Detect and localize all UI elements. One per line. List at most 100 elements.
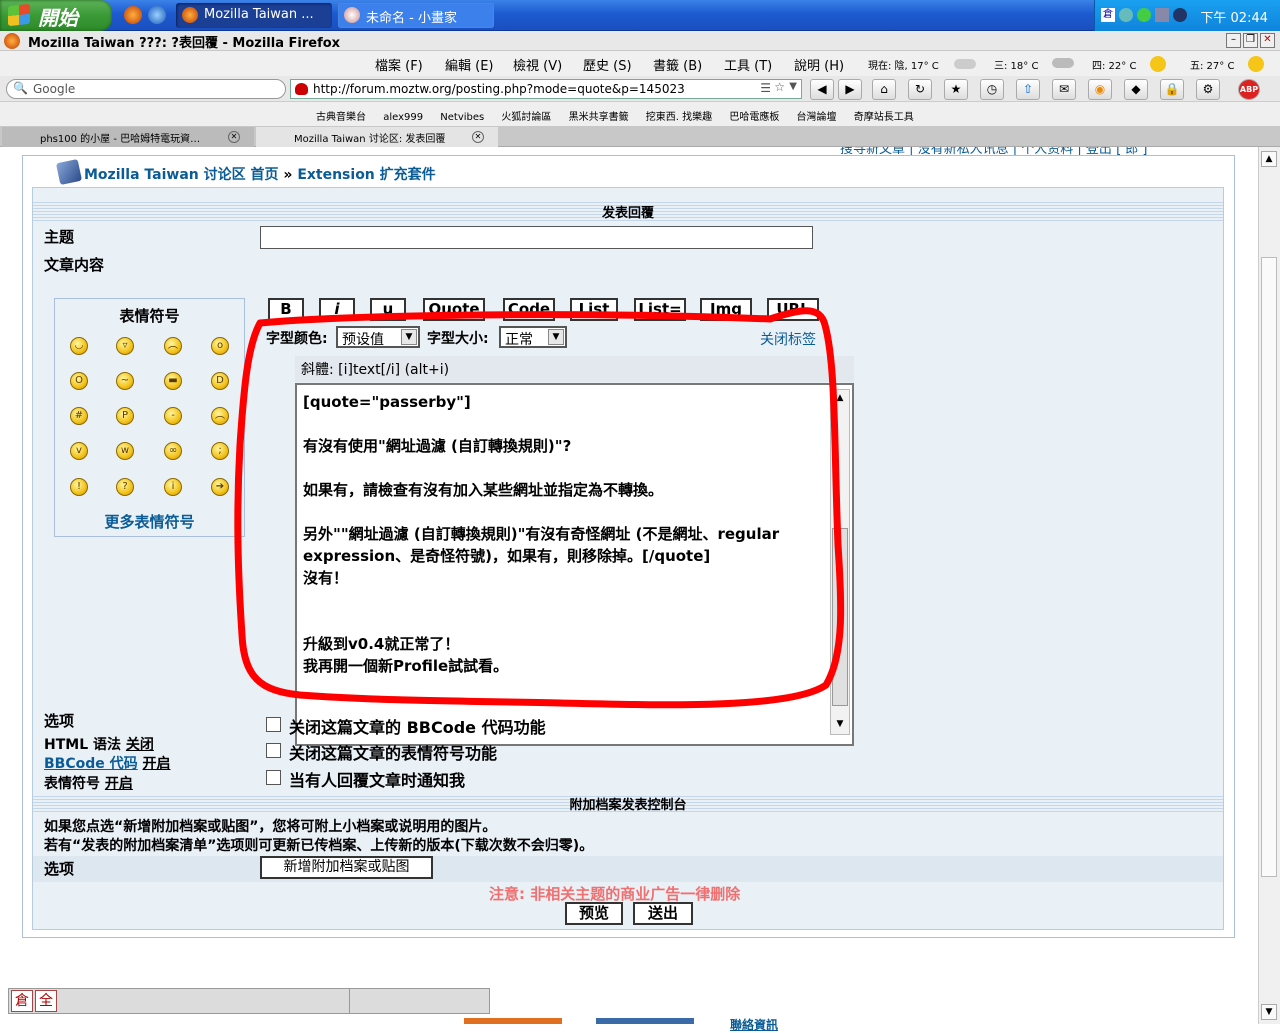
info-tray-icon[interactable] [1173,8,1187,22]
ime-width-icon[interactable]: 全 [35,990,57,1012]
firefox-window-icon[interactable] [4,33,20,49]
page-scrollbar[interactable]: ▲ ▼ [1258,147,1280,1024]
bbcode-status-link[interactable]: 开启 [143,756,171,772]
breadcrumb-home-link[interactable]: Mozilla Taiwan 讨论区 首页 [84,167,279,183]
menu-bookmarks[interactable]: 書籤 (B) [653,55,702,74]
bbcode-underline-button[interactable]: u [370,298,406,321]
bookmark-item[interactable]: 古典音樂台 [316,112,366,123]
weather-fri[interactable]: 五: 27° C [1190,57,1234,72]
font-color-select[interactable]: 预设值 ▼ [336,326,420,348]
menu-help[interactable]: 說明 (H) [794,55,844,74]
url-dropdown-icon[interactable]: ▼ [789,81,797,92]
home-button[interactable]: ⌂ [872,79,896,100]
close-tab-icon[interactable]: ✕ [472,131,484,143]
bookmark-item[interactable]: 黑米共享書籤 [569,112,629,123]
reload-button[interactable]: ↻ [908,79,932,100]
submit-button[interactable]: 送出 [633,902,693,925]
weather-wed[interactable]: 三: 18° C [994,57,1038,72]
globe-tray-icon[interactable] [1137,8,1151,22]
subject-input[interactable] [260,226,813,249]
ie-quicklaunch-icon[interactable] [148,6,166,24]
star-icon[interactable]: ☆ [774,80,785,94]
tools-button[interactable]: ⚙ [1196,79,1220,100]
bbcode-list-button[interactable]: List [570,298,618,321]
page-scroll-thumb[interactable] [1261,257,1277,877]
surprised-icon[interactable]: o [211,337,229,355]
scroll-down-icon[interactable]: ▼ [832,717,848,733]
embarrassed-icon[interactable]: - [164,407,182,425]
razz-icon[interactable]: P [116,407,134,425]
rolleyes-icon[interactable]: ∞ [164,442,182,460]
mad-icon[interactable]: # [70,407,88,425]
close-window-button[interactable]: ✕ [1260,33,1275,48]
smilies-status-link[interactable]: 开启 [105,776,133,792]
search-box[interactable]: 🔍 Google [6,79,286,99]
bbcode-italic-button[interactable]: i [319,298,355,321]
taskbar-item-firefox[interactable]: Mozilla Taiwan ... [176,3,332,28]
adblock-icon[interactable]: ABP [1238,79,1260,100]
bookmark-item[interactable]: 挖東西. 找樂趣 [646,112,712,123]
wink-icon[interactable]: ; [211,442,229,460]
disable-bbcode-checkbox[interactable] [266,717,281,732]
idea-icon[interactable]: i [164,478,182,496]
tab-phs100[interactable]: phs100 的小屋 - 巴哈姆特電玩資… ✕ [2,127,254,147]
evil-icon[interactable]: v [70,442,88,460]
sad-icon[interactable]: ︵ [164,337,182,355]
menu-history[interactable]: 歷史 (S) [583,55,632,74]
add-attachment-button[interactable]: 新增附加档案或贴图 [260,856,433,879]
menu-file[interactable]: 檔案 (F) [375,55,423,74]
start-button[interactable]: 開始 [0,0,112,31]
maximize-button[interactable]: ❐ [1243,33,1258,48]
html-status-link[interactable]: 关闭 [126,737,154,753]
bbcode-faq-link[interactable]: BBCode 代码 [44,756,138,772]
shocked-icon[interactable]: O [70,372,88,390]
scroll-up-icon[interactable]: ▲ [832,391,848,407]
exclaim-icon[interactable]: ! [70,478,88,496]
menu-view[interactable]: 檢視 (V) [513,55,562,74]
breadcrumb-section-link[interactable]: Extension 扩充套件 [297,167,435,183]
arrow-icon[interactable]: ➔ [211,478,229,496]
bbcode-code-button[interactable]: Code [503,298,555,321]
monitor-tray-icon[interactable] [1155,8,1169,22]
bbcode-url-button[interactable]: URL [767,298,819,321]
scroll-thumb[interactable] [832,528,848,706]
url-bar[interactable]: http://forum.moztw.org/posting.php?mode=… [290,79,802,99]
close-tab-icon[interactable]: ✕ [228,131,240,143]
bookmark-item[interactable]: 台灣論壇 [797,112,837,123]
menu-tools[interactable]: 工具 (T) [724,55,772,74]
bookmark-item[interactable]: 奇摩站長工具 [854,112,914,123]
lock-button[interactable]: 🔒 [1160,79,1184,100]
forward-button[interactable]: ▶ [838,79,862,100]
firefox-quicklaunch-icon[interactable] [124,6,142,24]
bbcode-bold-button[interactable]: B [268,298,304,321]
history-button[interactable]: ◷ [980,79,1004,100]
twisted-icon[interactable]: w [116,442,134,460]
scroll-up-icon[interactable]: ▲ [1261,151,1277,167]
grin-icon[interactable]: ▿ [116,337,134,355]
laughing-icon[interactable]: D [211,372,229,390]
ime-mode-icon[interactable]: 倉 [11,990,33,1012]
bbcode-list-numbered-button[interactable]: List= [634,298,686,321]
cry-icon[interactable]: ︵ [211,407,229,425]
disable-smilies-checkbox[interactable] [266,743,281,758]
notify-reply-checkbox[interactable] [266,770,281,785]
scroll-down-icon[interactable]: ▼ [1261,1004,1277,1020]
menu-edit[interactable]: 編輯 (E) [445,55,494,74]
textarea-scrollbar[interactable]: ▲ ▼ [830,389,850,735]
bookmark-item[interactable]: 巴哈電應板 [729,112,779,123]
feed-button[interactable]: ◉ [1088,79,1112,100]
taskbar-item-paint[interactable]: 未命名 - 小畫家 [338,3,494,28]
rss-icon[interactable]: ☰ [760,81,771,95]
addon-button[interactable]: ◆ [1124,79,1148,100]
ime-tray-icon[interactable]: 倉 [1101,8,1115,22]
tab-moztw[interactable]: Mozilla Taiwan 讨论区: 发表回覆 ✕ [256,127,498,147]
bookmark-star-button[interactable]: ★ [944,79,968,100]
bbcode-quote-button[interactable]: Quote [423,298,485,321]
preview-button[interactable]: 预览 [565,902,623,925]
weather-now[interactable]: 現在: 陰, 17° C [868,57,939,72]
bbcode-img-button[interactable]: Img [700,298,752,321]
cool-icon[interactable]: ▬ [164,372,182,390]
font-size-select[interactable]: 正常 ▼ [499,326,567,348]
mail-button[interactable]: ✉ [1052,79,1076,100]
clock[interactable]: 下午 02:44 [1200,7,1268,26]
